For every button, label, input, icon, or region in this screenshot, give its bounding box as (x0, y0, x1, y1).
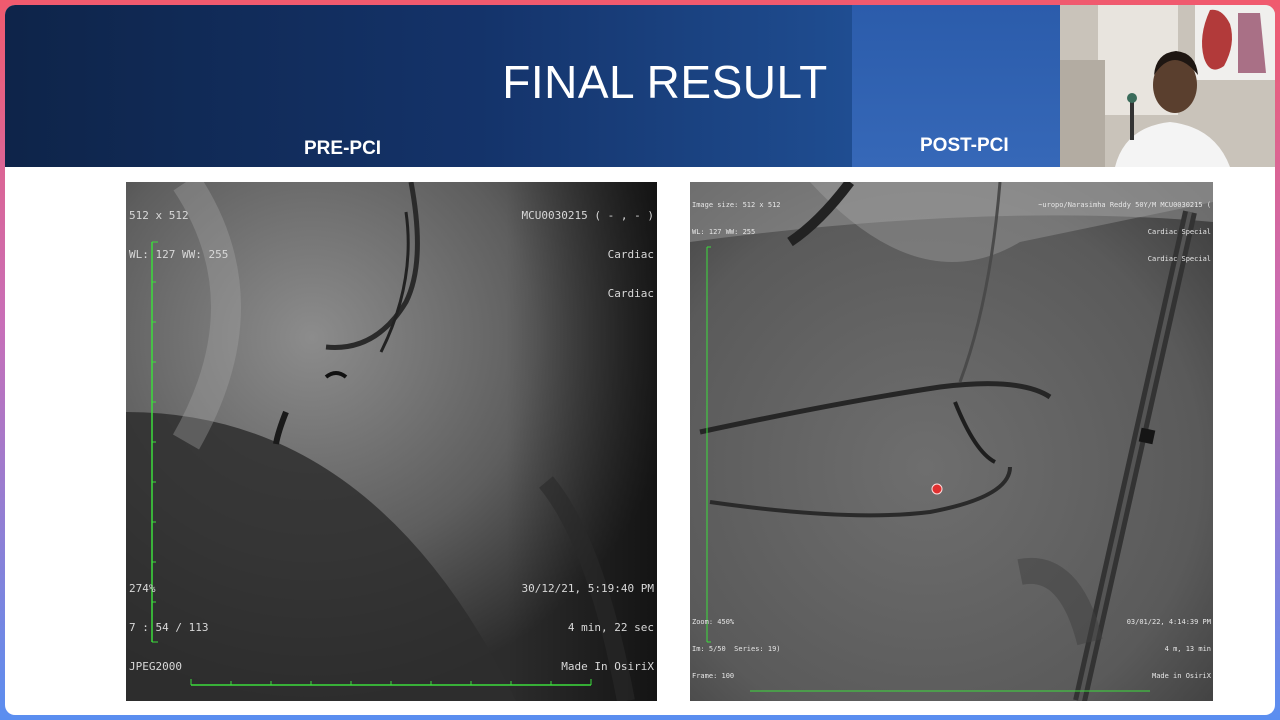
overlay-line: JPEG2000 (129, 660, 182, 673)
overlay-line: 03/01/22, 4:14:39 PM (1126, 618, 1211, 626)
overlay-line: 274% (129, 582, 156, 595)
overlay-line: Cardiac Special (1147, 228, 1211, 236)
overlay-line: 4 min, 22 sec (567, 621, 654, 634)
pre-pci-label: PRE-PCI (304, 138, 382, 159)
slide-title: FINAL RESULT (502, 56, 828, 108)
post-pci-overlay-bottom-left: Zoom: 450% Im: 5/50 Series: 19) Frame: 1… (692, 600, 781, 699)
pre-pci-overlay-top-left: 512 x 512 WL: 127 WW: 255 (129, 183, 228, 287)
post-pci-overlay-top-right: ~uropo/Narasimha Reddy 50Y/M MCU0030215 … (1038, 183, 1211, 282)
presenter-webcam (1060, 5, 1275, 167)
overlay-line: 4 m, 13 min (1164, 645, 1211, 653)
overlay-line: Cardiac Special (1147, 255, 1211, 263)
post-pci-overlay-top-left: Image size: 512 x 512 WL: 127 WW: 255 (692, 183, 781, 255)
overlay-line: Cardiac (607, 287, 654, 300)
slide-frame: FINAL RESULT PRE-PCI POST-PCI 512 x 512 … (5, 5, 1275, 715)
pre-pci-overlay-bottom-left: 274% 7 : 54 / 113 JPEG2000 (129, 556, 208, 699)
webcam-scene (1060, 5, 1275, 167)
pre-pci-angiogram: 512 x 512 WL: 127 WW: 255 MCU0030215 ( -… (126, 182, 657, 701)
pre-pci-overlay-bottom-right: 30/12/21, 5:19:40 PM 4 min, 22 sec Made … (522, 556, 654, 699)
overlay-line: 7 : 54 / 113 (129, 621, 209, 634)
post-pci-angiogram: Image size: 512 x 512 WL: 127 WW: 255 ~u… (690, 182, 1213, 701)
overlay-line: Zoom: 450% (692, 618, 735, 626)
pre-pci-overlay-top-right: MCU0030215 ( - , - ) Cardiac Cardiac (522, 183, 654, 326)
overlay-line: 30/12/21, 5:19:40 PM (521, 582, 654, 595)
overlay-line: WL: 127 WW: 255 (692, 228, 756, 236)
post-pci-label: POST-PCI (920, 135, 1009, 156)
overlay-line: Im: 5/50 Series: 19) (692, 645, 781, 653)
overlay-line: Made In OsiriX (561, 660, 654, 673)
overlay-line: MCU0030215 ( - , - ) (521, 209, 654, 222)
post-pci-overlay-bottom-right: 03/01/22, 4:14:39 PM 4 m, 13 min Made in… (1127, 600, 1211, 699)
overlay-line: Made in OsiriX (1151, 672, 1211, 680)
overlay-line: Frame: 100 (692, 672, 735, 680)
overlay-line: 512 x 512 (129, 209, 189, 222)
cursor-marker-icon (931, 483, 943, 495)
overlay-line: ~uropo/Narasimha Reddy 50Y/M MCU0030215 … (1038, 201, 1211, 209)
overlay-line: Cardiac (607, 248, 654, 261)
overlay-line: Image size: 512 x 512 (692, 201, 781, 209)
overlay-line: WL: 127 WW: 255 (129, 248, 229, 261)
